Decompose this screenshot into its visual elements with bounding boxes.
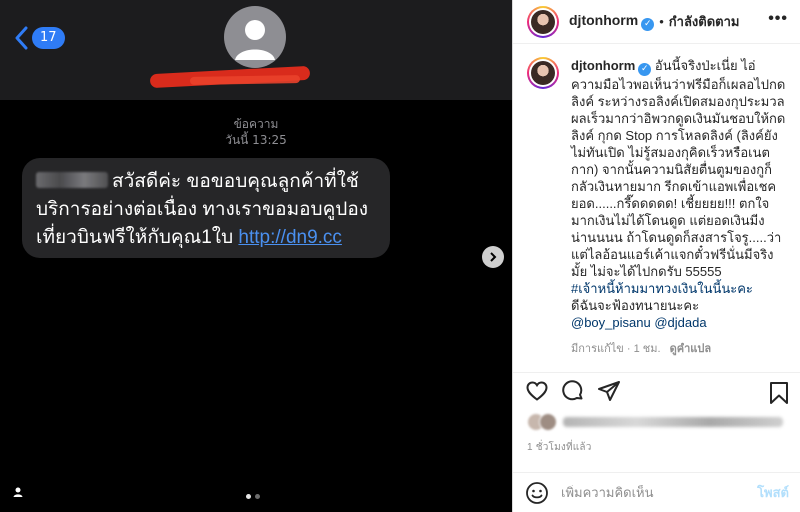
follow-status[interactable]: กำลังติดตาม: [669, 11, 740, 32]
message-time: วันนี้ 13:25: [225, 133, 287, 147]
caption-username[interactable]: djtonhorm: [571, 58, 635, 73]
caption-tail: ดีฉันจะฟ้องทนายนะคะ: [571, 298, 700, 313]
user-tag-icon[interactable]: [12, 486, 24, 498]
like-button[interactable]: [523, 377, 551, 405]
caption-avatar[interactable]: [527, 57, 559, 89]
mention-link[interactable]: @djdada: [654, 315, 706, 330]
caption-body: อันนี้จริงป่ะเนี่ย ไอ่ความมือไวพอเห็นว่า…: [571, 58, 786, 279]
username-text: djtonhorm: [569, 12, 639, 28]
emoji-icon[interactable]: [525, 481, 549, 505]
share-button[interactable]: [595, 377, 623, 405]
carousel-dot: [255, 494, 260, 499]
instagram-panel: djtonhorm ✓ • กำลังติดตาม ••• djtonhorm ✓ …: [512, 0, 800, 512]
liker-avatar: [539, 413, 557, 431]
unread-count-badge: 17: [32, 27, 65, 49]
more-icon[interactable]: •••: [768, 10, 788, 28]
post-header: djtonhorm ✓ • กำลังติดตาม •••: [513, 0, 800, 44]
caption-text: djtonhorm ✓ อันนี้จริงป่ะเนี่ย ไอ่ความมือ…: [571, 57, 787, 360]
sms-screenshot: 17 ข้อความ วันนี้ 13:25 สวัสดีค่ะ ขอขอบค…: [0, 0, 512, 512]
caption-meta: มีการแก้ไข · 1 ชม. ดูคำแปล: [571, 341, 787, 358]
arrow-right-icon: [490, 252, 497, 262]
message-link[interactable]: http://dn9.cc: [238, 227, 342, 248]
message-bubble[interactable]: สวัสดีค่ะ ขอขอบคุณลูกค้าที่ใช้บริการอย่า…: [22, 158, 390, 258]
mention-link[interactable]: @boy_pisanu: [571, 315, 651, 330]
comment-input[interactable]: [561, 485, 758, 500]
avatar[interactable]: [527, 5, 559, 38]
action-bar: [513, 372, 800, 408]
header-username[interactable]: djtonhorm ✓: [569, 12, 655, 31]
message-label: ข้อความ: [233, 117, 279, 131]
share-icon: [598, 380, 620, 401]
back-button[interactable]: 17: [14, 26, 65, 50]
contact-avatar-icon[interactable]: [224, 6, 286, 68]
blurred-likes-text: [563, 417, 783, 427]
carousel-dots: [246, 494, 260, 499]
post-time[interactable]: 1 ชั่วโมงที่แล้ว: [527, 440, 592, 455]
save-button[interactable]: [765, 379, 793, 407]
edited-label: มีการแก้ไข · 1 ชม.: [571, 343, 661, 355]
message-timestamp: ข้อความ วันนี้ 13:25: [0, 116, 512, 148]
heart-icon: [526, 380, 548, 401]
caption-area: djtonhorm ✓ อันนี้จริงป่ะเนี่ย ไอ่ความมือ…: [513, 45, 800, 360]
blurred-name: [36, 172, 108, 188]
separator-dot: •: [659, 14, 664, 29]
comment-icon: [562, 379, 583, 400]
likes-row[interactable]: [527, 412, 783, 432]
redaction-mark: [189, 75, 301, 85]
post-button[interactable]: โพสต์: [757, 482, 789, 503]
comment-bar: โพสต์: [513, 472, 800, 512]
sms-header: 17: [0, 0, 512, 100]
hashtag-link[interactable]: #เจ้าหนี้ห้ามมาทวงเงินในนี้นะคะ: [571, 281, 753, 296]
carousel-dot-active: [246, 494, 251, 499]
next-slide-button[interactable]: [482, 246, 504, 268]
comment-button[interactable]: [559, 377, 587, 405]
see-translation-link[interactable]: ดูคำแปล: [670, 343, 712, 355]
verified-icon: ✓: [638, 63, 652, 76]
bookmark-icon: [770, 382, 788, 404]
verified-icon: ✓: [641, 18, 655, 31]
chevron-left-icon: [15, 26, 28, 50]
